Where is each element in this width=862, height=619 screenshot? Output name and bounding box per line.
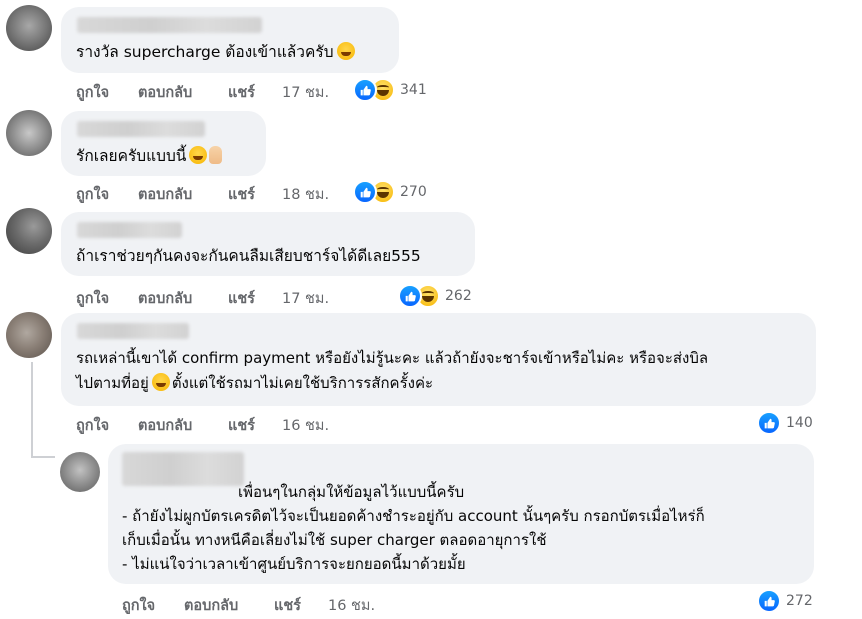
reply-link[interactable]: ตอบกลับ xyxy=(138,81,192,104)
reaction-count: 341 xyxy=(400,82,427,98)
commenter-name[interactable] xyxy=(77,17,262,33)
timestamp[interactable]: 16 ชม. xyxy=(282,414,329,437)
comment-actions: ถูกใจ ตอบกลับ แชร์ 17 ชม. xyxy=(76,81,336,101)
like-reaction-icon xyxy=(757,411,781,435)
reply-thread-line xyxy=(31,362,33,458)
avatar[interactable] xyxy=(60,452,100,492)
comment-text: รักเลยครับแบบนี้ xyxy=(76,145,223,168)
like-link[interactable]: ถูกใจ xyxy=(76,183,109,206)
reply-link[interactable]: ตอบกลับ xyxy=(138,287,192,310)
comment-bubble: ถ้าเราช่วยๆกันคงจะกันคนลืมเสียบชาร์จได้ด… xyxy=(61,212,475,276)
commenter-name[interactable] xyxy=(77,121,205,137)
reaction-summary[interactable]: 262 xyxy=(398,284,472,308)
reply-text-line: - ไม่แน่ใจว่าเวลาเข้าศูนย์บริการจะยกยอดน… xyxy=(122,555,466,573)
reaction-summary[interactable]: 272 xyxy=(757,589,813,613)
share-link[interactable]: แชร์ xyxy=(274,594,301,617)
reply-bubble: เพื่อนๆในกลุ่มให้ข้อมูลไว้แบบนี้ครับ - ถ… xyxy=(108,444,814,584)
comment-actions: ถูกใจ ตอบกลับ แชร์ 17 ชม. xyxy=(76,287,336,307)
like-link[interactable]: ถูกใจ xyxy=(122,594,155,617)
comment-actions: ถูกใจ ตอบกลับ แชร์ 18 ชม. xyxy=(76,183,336,203)
like-link[interactable]: ถูกใจ xyxy=(76,414,109,437)
timestamp[interactable]: 17 ชม. xyxy=(282,287,329,310)
rolling-laughing-emoji xyxy=(336,42,355,60)
reaction-summary[interactable]: 270 xyxy=(353,180,427,204)
reply-text-line: - ถ้ายังไม่ผูกบัตรเครดิตไว้จะเป็นยอดค้าง… xyxy=(122,507,705,525)
reaction-count: 140 xyxy=(786,415,813,431)
reply-thread-connector xyxy=(31,456,55,458)
like-reaction-icon xyxy=(353,78,377,102)
like-link[interactable]: ถูกใจ xyxy=(76,287,109,310)
comment-text: รางวัล supercharge ต้องเข้าแล้วครับ xyxy=(76,41,355,64)
hand-emoji xyxy=(209,146,223,164)
grinning-emoji xyxy=(151,373,170,391)
comment-text-line: รถเหล่านี้เขาได้ confirm payment หรือยัง… xyxy=(76,349,709,367)
reply-text-line: เพื่อนๆในกลุ่มให้ข้อมูลไว้แบบนี้ครับ xyxy=(238,483,465,501)
commenter-name[interactable] xyxy=(77,323,189,339)
reaction-summary[interactable]: 341 xyxy=(353,78,427,102)
reply-link[interactable]: ตอบกลับ xyxy=(138,414,192,437)
commenter-name[interactable] xyxy=(122,452,244,486)
comment-bubble: รางวัล supercharge ต้องเข้าแล้วครับ xyxy=(61,7,399,73)
avatar[interactable] xyxy=(6,5,52,51)
avatar[interactable] xyxy=(6,208,52,254)
reply-link[interactable]: ตอบกลับ xyxy=(184,594,238,617)
share-link[interactable]: แชร์ xyxy=(228,183,255,206)
comment-text: ถ้าเราช่วยๆกันคงจะกันคนลืมเสียบชาร์จได้ด… xyxy=(76,247,421,265)
like-reaction-icon xyxy=(398,284,422,308)
reaction-count: 270 xyxy=(400,184,427,200)
reply-actions: ถูกใจ ตอบกลับ แชร์ 16 ชม. xyxy=(122,594,382,614)
share-link[interactable]: แชร์ xyxy=(228,414,255,437)
like-link[interactable]: ถูกใจ xyxy=(76,81,109,104)
share-link[interactable]: แชร์ xyxy=(228,287,255,310)
comment-actions: ถูกใจ ตอบกลับ แชร์ 16 ชม. xyxy=(76,414,336,434)
timestamp[interactable]: 18 ชม. xyxy=(282,183,329,206)
comment-bubble: รถเหล่านี้เขาได้ confirm payment หรือยัง… xyxy=(61,313,816,406)
reaction-summary[interactable]: 140 xyxy=(757,411,813,435)
comment-bubble: รักเลยครับแบบนี้ xyxy=(61,111,266,176)
grinning-emoji xyxy=(189,146,208,164)
comment-text-line: ไปตามที่อยู่ ตั้งแต่ใช้รถมาไม่เคยใช้บริกา… xyxy=(76,373,434,392)
timestamp[interactable]: 17 ชม. xyxy=(282,81,329,104)
commenter-name[interactable] xyxy=(77,222,182,238)
avatar[interactable] xyxy=(6,110,52,156)
like-reaction-icon xyxy=(757,589,781,613)
share-link[interactable]: แชร์ xyxy=(228,81,255,104)
avatar[interactable] xyxy=(6,312,52,358)
timestamp[interactable]: 16 ชม. xyxy=(328,594,375,617)
reaction-count: 272 xyxy=(786,593,813,609)
reaction-count: 262 xyxy=(445,288,472,304)
reply-text-line: เก็บเมื่อนั้น ทางหนีคือเลี่ยงไม่ใช้ supe… xyxy=(122,531,547,549)
reply-link[interactable]: ตอบกลับ xyxy=(138,183,192,206)
like-reaction-icon xyxy=(353,180,377,204)
